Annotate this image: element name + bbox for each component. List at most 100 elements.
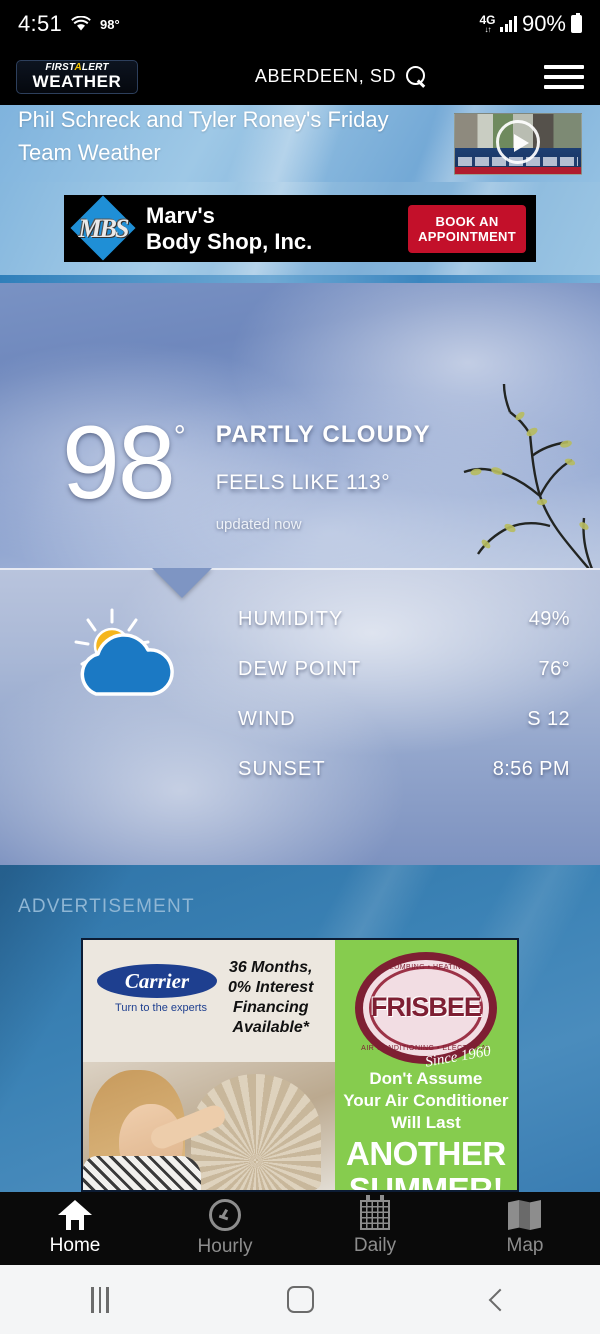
current-details-panel: HUMIDITY 49% DEW POINT 76° WIND S 12 SUN… <box>0 568 600 865</box>
book-button-line2: APPOINTMENT <box>418 228 516 244</box>
android-system-navigation-bar <box>0 1265 600 1334</box>
app-header-bar: FIRSTALERT WEATHER ABERDEEN, SD <box>0 48 600 105</box>
app-bottom-navigation: Home Hourly Daily Map <box>0 1192 600 1265</box>
wifi-icon <box>71 16 91 31</box>
detail-label: SUNSET <box>238 758 326 780</box>
frisbee-top-arc-text: PLUMBING • HEATING <box>384 964 468 971</box>
mbs-logo-icon: MBS <box>70 194 136 261</box>
current-temperature: 98° <box>62 405 186 521</box>
map-icon <box>508 1200 542 1230</box>
battery-icon <box>571 13 582 33</box>
current-conditions-hero[interactable]: 98° PARTLY CLOUDY FEELS LIKE 113° update… <box>0 275 600 568</box>
bottom-ad-section: ADVERTISEMENT Carrier Turn to the expert… <box>0 865 600 1192</box>
ad-big-text: ANOTHER SUMMER! <box>335 1135 517 1192</box>
calendar-icon <box>360 1195 390 1230</box>
fan-image <box>190 1074 321 1190</box>
advertisement-label: ADVERTISEMENT <box>18 896 195 917</box>
top-ad-title-line2: Body Shop, Inc. <box>146 228 313 254</box>
current-condition-block: PARTLY CLOUDY FEELS LIKE 113° updated no… <box>216 421 431 533</box>
logo-bottom-text: WEATHER <box>32 72 122 91</box>
detail-value: S 12 <box>527 708 570 730</box>
top-ad-container: MBS Marv's Body Shop, Inc. BOOK AN APPOI… <box>0 182 600 275</box>
ad-right-panel: PLUMBING • HEATING FRISBEE AIR CONDITION… <box>334 940 517 1192</box>
ad-headline-text: Don't Assume Your Air Conditioner Will L… <box>335 1068 517 1134</box>
status-bar-temperature: 98° <box>100 16 120 32</box>
feels-like-text: FEELS LIKE 113° <box>215 471 391 494</box>
financing-offer-text: 36 Months, 0% Interest Financing Availab… <box>215 958 327 1038</box>
status-bar-right: 4G ↓↑ 90% <box>479 11 582 37</box>
carrier-frisbee-ad[interactable]: Carrier Turn to the experts 36 Months, 0… <box>81 938 519 1192</box>
play-button-icon[interactable] <box>496 119 540 164</box>
home-icon <box>58 1200 92 1230</box>
degree-symbol: ° <box>173 420 186 453</box>
frisbee-brand-text: FRISBEE <box>370 992 482 1022</box>
detail-label: HUMIDITY <box>238 608 344 630</box>
detail-row-sunset: SUNSET 8:56 PM <box>238 758 570 808</box>
offer-line-4: Available* <box>232 1019 309 1036</box>
back-icon <box>488 1288 512 1311</box>
current-temp-row: 98° PARTLY CLOUDY FEELS LIKE 113° update… <box>0 405 600 533</box>
book-button-line1: BOOK AN <box>435 213 499 229</box>
details-list: HUMIDITY 49% DEW POINT 76° WIND S 12 SUN… <box>238 608 570 808</box>
panel-notch-pointer <box>152 568 212 598</box>
partly-cloudy-icon <box>74 608 174 696</box>
nav-tab-map[interactable]: Map <box>450 1200 600 1257</box>
search-icon[interactable] <box>406 66 427 87</box>
nav-label-daily: Daily <box>353 1235 397 1256</box>
clock-icon <box>209 1199 241 1231</box>
location-search-button[interactable]: ABERDEEN, SD <box>138 66 544 87</box>
battery-percent-label: 90% <box>521 11 566 36</box>
detail-label: WIND <box>238 708 296 730</box>
nav-label-map: Map <box>506 1235 544 1256</box>
nav-label-hourly: Hourly <box>197 1236 253 1257</box>
recents-button[interactable] <box>0 1286 200 1313</box>
nav-tab-home[interactable]: Home <box>0 1200 150 1257</box>
detail-row-humidity: HUMIDITY 49% <box>238 608 570 658</box>
ad-headline-line-3: Will Last <box>390 1113 461 1132</box>
frisbee-logo: PLUMBING • HEATING FRISBEE AIR CONDITION… <box>354 952 497 1071</box>
network-type-icon: 4G ↓↑ <box>479 12 496 34</box>
offer-line-3: Financing <box>232 999 309 1016</box>
top-ad-title-line1: Marv's <box>146 202 215 228</box>
nav-tab-hourly[interactable]: Hourly <box>150 1199 300 1258</box>
featured-story-banner[interactable]: Phil Schreck and Tyler Roney's Friday Te… <box>0 105 600 182</box>
signal-bars-icon <box>500 16 517 32</box>
system-home-button[interactable] <box>200 1286 400 1313</box>
shirt-shape <box>83 1156 201 1190</box>
hero-top-band <box>0 275 600 283</box>
featured-story-video-thumbnail[interactable] <box>454 113 582 175</box>
marvs-body-shop-ad[interactable]: MBS Marv's Body Shop, Inc. BOOK AN APPOI… <box>64 194 536 262</box>
last-updated-text: updated now <box>215 516 302 533</box>
detail-row-wind: WIND S 12 <box>238 708 570 758</box>
ad-big-line-1: ANOTHER <box>346 1135 506 1172</box>
status-bar-clock: 4:51 <box>18 11 63 36</box>
condition-text: PARTLY CLOUDY <box>215 421 431 448</box>
carrier-logo: Carrier <box>97 964 217 998</box>
ad-headline-line-2: Your Air Conditioner <box>343 1091 509 1110</box>
ad-headline-line-1: Don't Assume <box>369 1069 483 1088</box>
featured-story-headline: Phil Schreck and Tyler Roney's Friday Te… <box>18 107 389 165</box>
detail-row-dew-point: DEW POINT 76° <box>238 658 570 708</box>
recents-icon <box>91 1286 109 1313</box>
hamburger-menu-icon[interactable] <box>544 64 584 89</box>
detail-value: 49% <box>528 608 570 630</box>
offer-line-2: 0% Interest <box>228 979 314 996</box>
detail-value: 76° <box>538 658 570 680</box>
current-location-label: ABERDEEN, SD <box>254 66 397 86</box>
nav-tab-daily[interactable]: Daily <box>300 1195 450 1257</box>
weather-app-screen: 4:51 98° 4G ↓↑ 90% FIRSTALERT WEATHER AB… <box>0 0 600 1334</box>
detail-label: DEW POINT <box>238 658 362 680</box>
nav-label-home: Home <box>49 1235 101 1256</box>
book-appointment-button[interactable]: BOOK AN APPOINTMENT <box>408 204 526 253</box>
ad-big-line-2: SUMMER! <box>348 1171 504 1192</box>
system-back-button[interactable] <box>400 1288 600 1311</box>
carrier-tagline: Turn to the experts <box>115 1002 207 1014</box>
system-home-icon <box>286 1286 314 1313</box>
detail-value: 8:56 PM <box>492 758 570 780</box>
system-status-bar: 4:51 98° 4G ↓↑ 90% <box>0 0 600 48</box>
ad-photo-woman-with-fan <box>83 1062 335 1190</box>
first-alert-weather-logo: FIRSTALERT WEATHER <box>16 59 138 94</box>
status-bar-left: 4:51 98° <box>18 11 120 37</box>
top-ad-title: Marv's Body Shop, Inc. <box>146 203 396 255</box>
offer-line-1: 36 Months, <box>228 959 313 976</box>
